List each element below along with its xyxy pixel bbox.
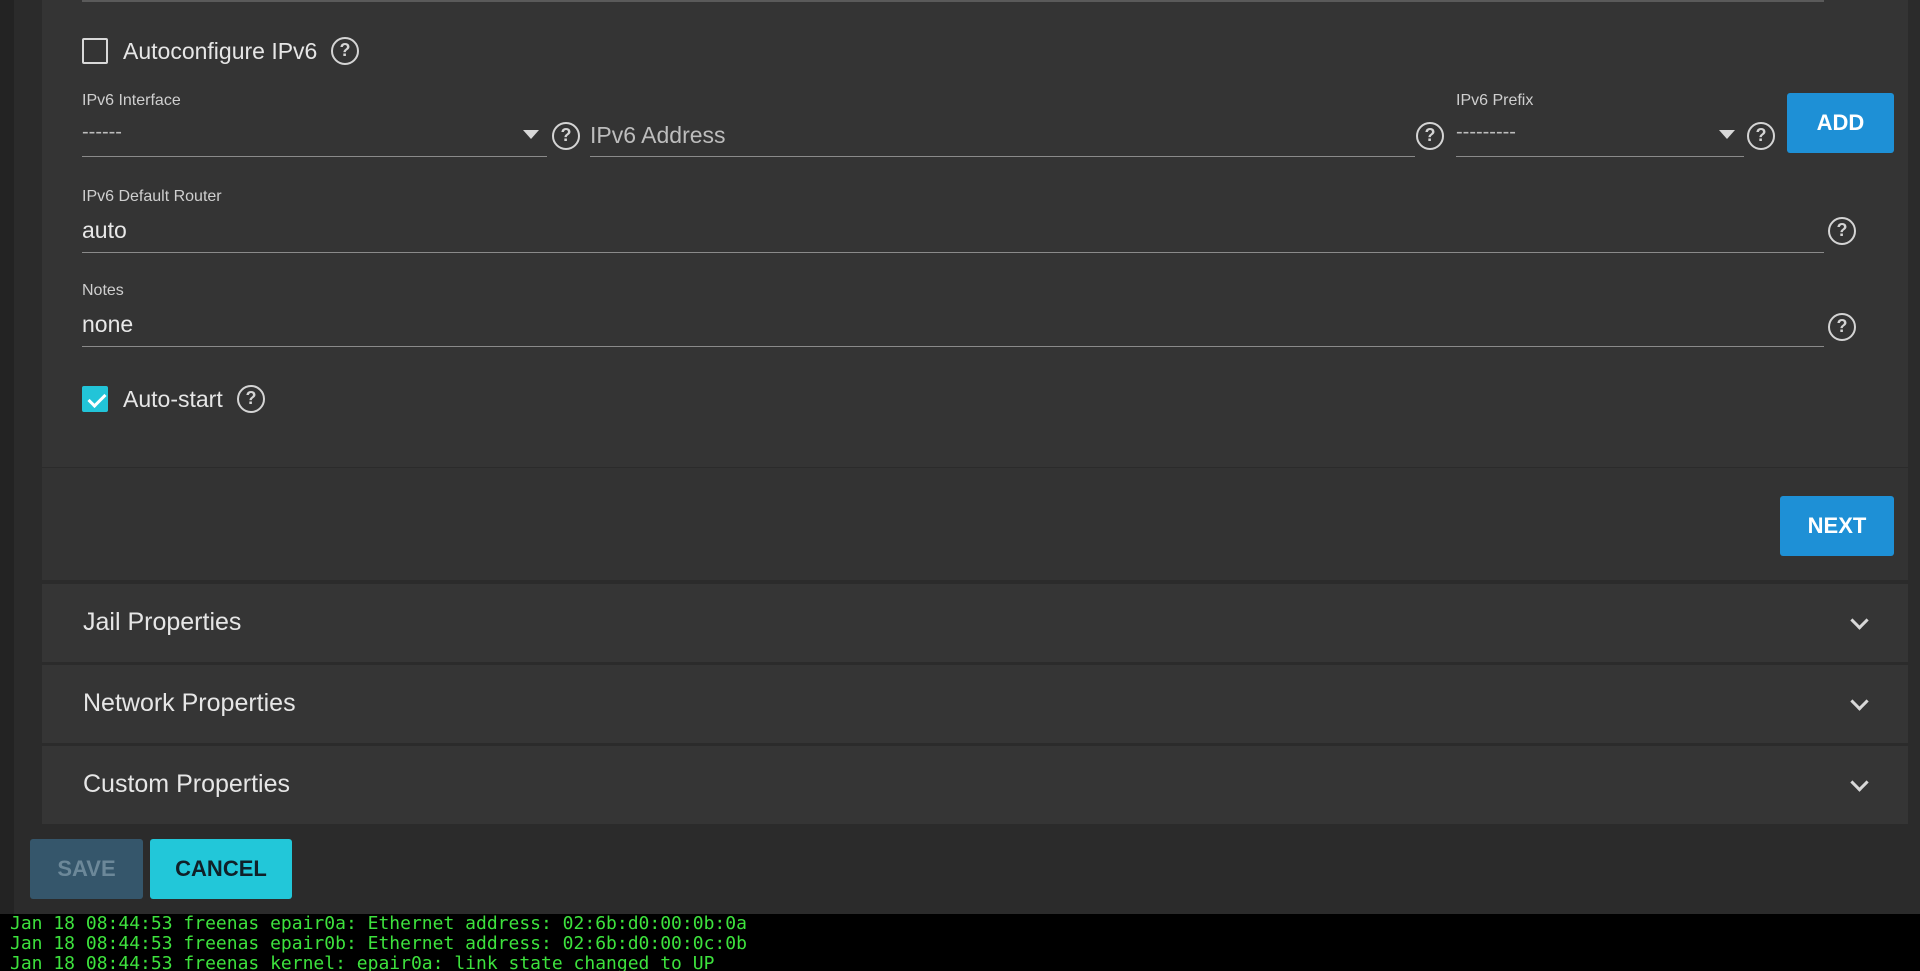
panel-title: Custom Properties [83, 770, 291, 798]
top-field-underline [82, 0, 1824, 2]
notes-help-icon[interactable]: ? [1828, 313, 1856, 341]
save-button[interactable]: SAVE [30, 839, 143, 899]
ipv6-default-router-input[interactable]: auto [82, 217, 127, 244]
panel-title: Network Properties [83, 689, 296, 717]
panel-network-properties[interactable]: Network Properties [42, 665, 1908, 743]
auto-start-checkbox[interactable] [82, 386, 108, 412]
ipv6-interface-underline [82, 156, 547, 157]
notes-label: Notes [82, 282, 124, 299]
panel-custom-properties[interactable]: Custom Properties [42, 746, 1908, 824]
ipv6-prefix-caret-icon[interactable] [1719, 130, 1735, 139]
auto-start-label: Auto-start [123, 386, 223, 412]
chevron-down-icon[interactable] [1850, 773, 1869, 792]
add-button[interactable]: ADD [1787, 93, 1894, 153]
ipv6-address-underline [590, 156, 1415, 157]
left-rail [0, 0, 14, 914]
notes-input[interactable]: none [82, 311, 133, 338]
chevron-down-icon[interactable] [1850, 611, 1869, 630]
notes-underline [82, 346, 1824, 347]
panel-jail-properties[interactable]: Jail Properties [42, 584, 1908, 662]
ipv6-prefix-help-icon[interactable]: ? [1747, 122, 1775, 150]
next-button[interactable]: NEXT [1780, 496, 1894, 556]
ipv6-default-router-underline [82, 252, 1824, 253]
cancel-button[interactable]: CANCEL [150, 839, 292, 899]
ipv6-address-input[interactable]: IPv6 Address [590, 122, 726, 149]
console-line: Jan 18 08:44:53 freenas epair0b: Etherne… [10, 933, 747, 954]
ipv6-prefix-label: IPv6 Prefix [1456, 92, 1534, 109]
console-log: Jan 18 08:44:53 freenas epair0a: Etherne… [0, 914, 1920, 971]
ipv6-address-help-icon[interactable]: ? [1416, 122, 1444, 150]
autoconfigure-ipv6-help-icon[interactable]: ? [331, 37, 359, 65]
ipv6-interface-caret-icon[interactable] [523, 130, 539, 139]
autoconfigure-ipv6-checkbox[interactable] [82, 38, 108, 64]
ipv6-default-router-label: IPv6 Default Router [82, 188, 222, 205]
panel-title: Jail Properties [83, 608, 242, 636]
ipv6-interface-label: IPv6 Interface [82, 92, 181, 109]
auto-start-help-icon[interactable]: ? [237, 385, 265, 413]
ipv6-interface-select[interactable]: ------ [82, 121, 122, 144]
ipv6-prefix-select[interactable]: --------- [1456, 121, 1516, 144]
console-line: Jan 18 08:44:53 freenas epair0a: Etherne… [10, 914, 747, 934]
step-actions [42, 468, 1908, 580]
form-card [42, 0, 1908, 467]
ipv6-default-router-help-icon[interactable]: ? [1828, 217, 1856, 245]
autoconfigure-ipv6-label: Autoconfigure IPv6 [123, 38, 318, 64]
chevron-down-icon[interactable] [1850, 692, 1869, 711]
ipv6-interface-help-icon[interactable]: ? [552, 122, 580, 150]
ipv6-prefix-underline [1456, 156, 1744, 157]
console-line: Jan 18 08:44:53 freenas kernel: epair0a:… [10, 953, 715, 971]
